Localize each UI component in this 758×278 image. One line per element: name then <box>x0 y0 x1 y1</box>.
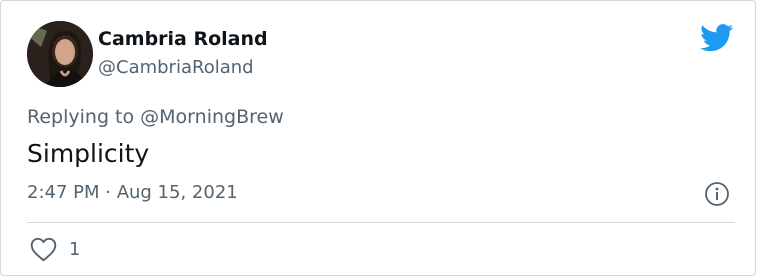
replying-to: Replying to @MorningBrew <box>27 106 284 128</box>
display-name[interactable]: Cambria Roland <box>98 28 268 50</box>
tweet-card: Cambria Roland @CambriaRoland Replying t… <box>0 0 756 276</box>
like-count: 1 <box>69 239 81 260</box>
user-handle[interactable]: @CambriaRoland <box>98 57 254 78</box>
divider <box>27 222 735 223</box>
mention-link[interactable]: @MorningBrew <box>140 106 284 128</box>
info-icon[interactable] <box>704 181 730 207</box>
tweet-text: Simplicity <box>27 139 150 168</box>
tweet-timestamp[interactable]: 2:47 PM · Aug 15, 2021 <box>27 182 238 203</box>
replying-prefix: Replying to <box>27 106 141 128</box>
avatar[interactable] <box>27 21 93 87</box>
profile-photo-icon <box>27 21 93 87</box>
heart-outline-icon[interactable] <box>30 237 57 262</box>
twitter-bird-icon[interactable] <box>700 24 734 52</box>
